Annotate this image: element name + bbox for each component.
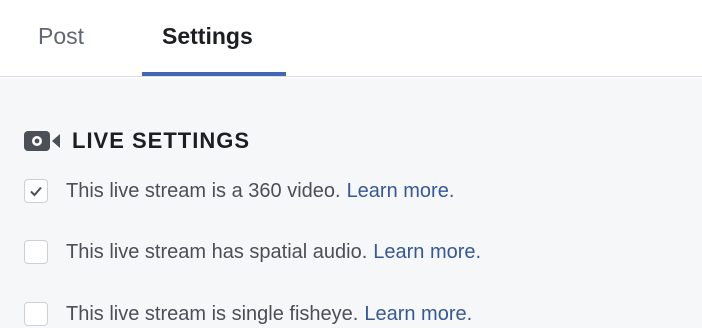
option-label: This live stream is single fisheye.	[66, 302, 359, 325]
checkbox-single-fisheye[interactable]	[24, 302, 48, 326]
tab-bar: Post Settings	[0, 0, 702, 77]
live-settings-header: LIVE SETTINGS	[24, 126, 250, 156]
checkmark-icon	[30, 186, 42, 197]
tab-settings[interactable]: Settings	[162, 22, 253, 50]
option-spatial-audio[interactable]: This live stream has spatial audio. Lear…	[24, 238, 481, 266]
learn-more-link[interactable]: Learn more.	[373, 241, 481, 264]
learn-more-link[interactable]: Learn more.	[347, 180, 455, 203]
learn-more-link[interactable]: Learn more.	[364, 303, 472, 326]
option-label: This live stream is a 360 video.	[66, 179, 341, 202]
section-title: LIVE SETTINGS	[72, 128, 251, 153]
option-label: This live stream has spatial audio.	[66, 240, 368, 263]
active-tab-indicator	[142, 72, 286, 76]
live-video-camera-icon	[24, 130, 62, 152]
option-360-video[interactable]: This live stream is a 360 video. Learn m…	[24, 177, 454, 205]
checkbox-spatial-audio[interactable]	[24, 240, 48, 264]
tab-post[interactable]: Post	[38, 22, 84, 50]
checkbox-360-video[interactable]	[24, 179, 48, 203]
